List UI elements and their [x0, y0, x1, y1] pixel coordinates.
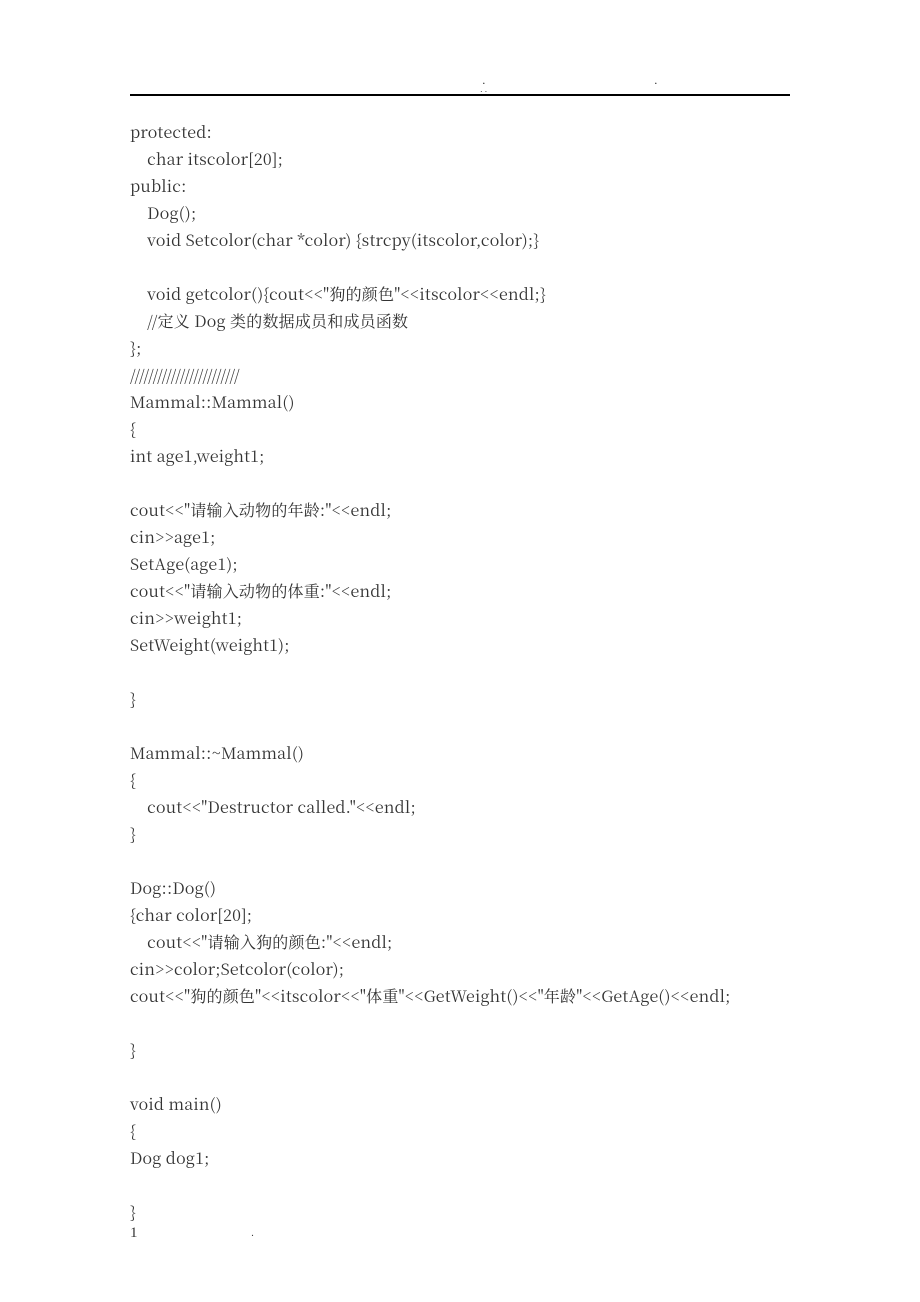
- page: . . . . protected: char itscolor[20]; pu…: [0, 0, 920, 1302]
- page-header: . . . .: [130, 72, 790, 94]
- header-dot-b: .: [654, 72, 658, 88]
- header-rule: [130, 94, 790, 96]
- code-block: protected: char itscolor[20]; public: Do…: [130, 118, 790, 1225]
- page-footer: 1 .: [130, 1225, 254, 1242]
- footer-dot: .: [251, 1228, 254, 1239]
- page-number: 1: [130, 1225, 138, 1241]
- header-dots-mid: . .: [480, 84, 487, 95]
